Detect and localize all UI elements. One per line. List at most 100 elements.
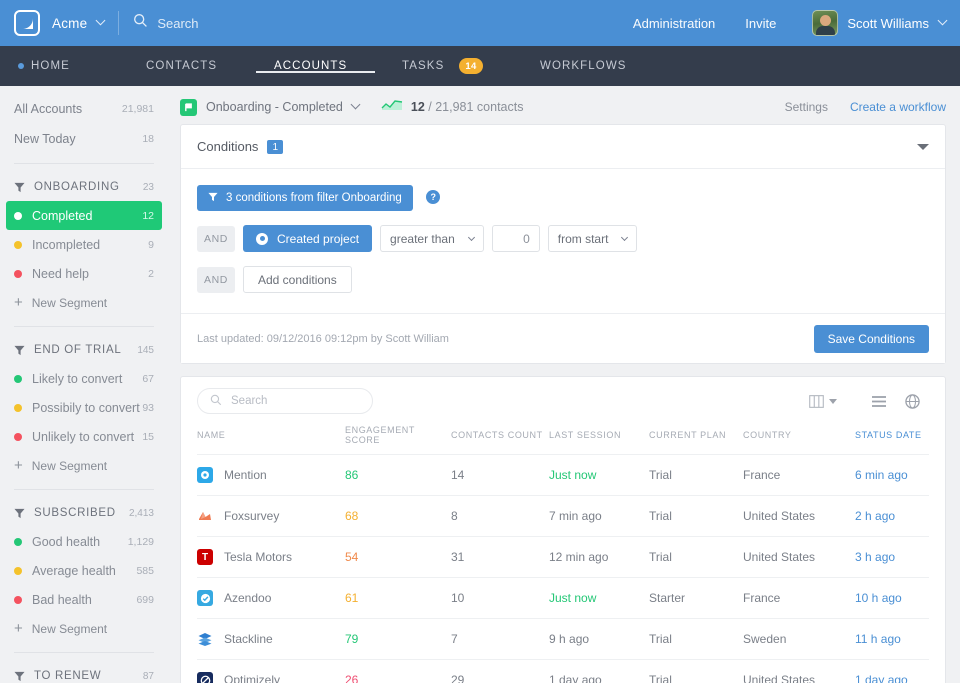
- column-header-status-date[interactable]: STATUS DATE: [855, 425, 929, 455]
- home-dot-icon: [18, 63, 24, 69]
- chevron-down-icon[interactable]: [95, 14, 106, 32]
- table-row[interactable]: Stackline 79 7 9 h ago Trial Sweden 11 h…: [197, 618, 929, 660]
- globe-icon[interactable]: [896, 393, 929, 409]
- count: 21,981: [121, 103, 154, 115]
- sidebar-group-end-of-trial[interactable]: END OF TRIAL 145: [0, 336, 168, 364]
- cell-status-date: 10 h ago: [855, 577, 929, 619]
- status-dot: [14, 537, 22, 546]
- divider: [14, 652, 154, 653]
- nav-slot-tasks: TASKS 14: [402, 46, 540, 86]
- table-row[interactable]: Optimizely 26 29 1 day ago Trial United …: [197, 659, 929, 683]
- group-count: 23: [142, 181, 154, 193]
- conditions-count-badge: 1: [267, 139, 283, 154]
- save-conditions-button[interactable]: Save Conditions: [813, 324, 929, 353]
- avatar[interactable]: [812, 10, 839, 36]
- condition-value-input[interactable]: 0: [491, 225, 540, 252]
- table-row[interactable]: Azendoo 61 10 Just now Starter France 10…: [197, 577, 929, 619]
- table-row[interactable]: T Tesla Motors 54 31 12 min ago Trial Un…: [197, 536, 929, 578]
- column-header-country[interactable]: COUNTRY: [743, 425, 855, 455]
- column-header-engagement-score[interactable]: ENGAGEMENT SCORE: [345, 425, 451, 455]
- sidebar-item-unlikely-to-convert[interactable]: Unlikely to convert 15: [6, 422, 162, 451]
- count: 12: [142, 209, 154, 222]
- sidebar-item-need-help[interactable]: Need help 2: [6, 259, 162, 288]
- label: Created project: [277, 231, 360, 246]
- tab-accounts[interactable]: ACCOUNTS: [255, 60, 376, 73]
- cell-country: France: [743, 577, 855, 619]
- table-row[interactable]: Mention 86 14 Just now Trial France 6 mi…: [197, 454, 929, 496]
- triangle-down-icon[interactable]: [917, 143, 929, 150]
- sidebar: All Accounts 21,981 New Today 18 ONBOARD…: [0, 86, 168, 683]
- group-title: TO RENEW: [34, 670, 102, 682]
- column-header-current-plan[interactable]: CURRENT PLAN: [649, 425, 743, 455]
- radio-selected-icon: [256, 232, 268, 245]
- label: Incompleted: [32, 237, 101, 252]
- column-header-name[interactable]: NAME: [197, 425, 345, 455]
- status-dot: [14, 240, 22, 249]
- column-header-last-session[interactable]: LAST SESSION: [549, 425, 649, 455]
- filter-funnel-icon: [208, 192, 218, 205]
- create-workflow-link[interactable]: Create a workflow: [850, 100, 946, 114]
- sidebar-group-onboarding[interactable]: ONBOARDING 23: [0, 173, 168, 201]
- label: greater than: [390, 231, 455, 246]
- tab-home[interactable]: HOME: [18, 60, 70, 72]
- sidebar-item-average-health[interactable]: Average health 585: [6, 556, 162, 585]
- nav-slot-contacts: CONTACTS: [146, 46, 274, 86]
- label: Need help: [32, 266, 89, 281]
- settings-link[interactable]: Settings: [785, 100, 828, 114]
- new-segment-button-end-of-trial[interactable]: + New Segment: [0, 451, 168, 480]
- user-name[interactable]: Scott Williams: [847, 16, 929, 31]
- conditions-header[interactable]: Conditions 1: [181, 125, 945, 169]
- condition-field-chip[interactable]: Created project: [243, 225, 373, 252]
- sidebar-group-subscribed[interactable]: SUBSCRIBED 2,413: [0, 499, 168, 527]
- new-segment-button-subscribed[interactable]: + New Segment: [0, 614, 168, 643]
- cell-name: Azendoo: [197, 577, 345, 619]
- sidebar-item-likely-to-convert[interactable]: Likely to convert 67: [6, 364, 162, 393]
- filter-source-chip[interactable]: 3 conditions from filter Onboarding: [197, 185, 413, 211]
- tab-tasks[interactable]: TASKS 14: [402, 58, 483, 74]
- count: 93: [142, 401, 154, 414]
- condition-timeframe-select[interactable]: from start: [547, 225, 638, 252]
- cell-contacts: 29: [451, 659, 549, 683]
- label: Bad health: [32, 592, 92, 607]
- cell-last-session: 9 h ago: [549, 618, 649, 660]
- search-icon: [210, 394, 222, 409]
- tab-workflows[interactable]: WORKFLOWS: [540, 60, 627, 72]
- brand-name[interactable]: Acme: [52, 16, 87, 31]
- cell-score: 86: [345, 454, 451, 496]
- tab-contacts[interactable]: CONTACTS: [146, 60, 217, 72]
- chevron-down-icon[interactable]: [937, 14, 948, 32]
- cell-plan: Trial: [649, 495, 743, 537]
- cell-name: Optimizely: [197, 659, 345, 683]
- cell-last-session: Just now: [549, 454, 649, 496]
- invite-link[interactable]: Invite: [745, 16, 776, 31]
- cell-status-date: 6 min ago: [855, 454, 929, 496]
- chevron-down-icon[interactable]: [350, 98, 361, 116]
- sidebar-group-to-renew[interactable]: TO RENEW 87: [0, 662, 168, 683]
- sidebar-item-all-accounts[interactable]: All Accounts 21,981: [0, 94, 168, 124]
- sidebar-item-new-today[interactable]: New Today 18: [0, 124, 168, 154]
- new-segment-button-onboarding[interactable]: + New Segment: [0, 288, 168, 317]
- help-question-icon[interactable]: ?: [426, 190, 441, 205]
- table-search-input[interactable]: Search: [197, 388, 373, 414]
- administration-link[interactable]: Administration: [633, 16, 715, 31]
- app-logo-icon[interactable]: [14, 10, 40, 36]
- table-row[interactable]: Foxsurvey 68 8 7 min ago Trial United St…: [197, 495, 929, 537]
- cell-name: Stackline: [197, 618, 345, 660]
- sidebar-item-incompleted[interactable]: Incompleted 9: [6, 230, 162, 259]
- sidebar-item-good-health[interactable]: Good health 1,129: [6, 527, 162, 556]
- list-view-icon[interactable]: [862, 395, 896, 408]
- main-nav: HOME CONTACTS ACCOUNTS TASKS 14 WORKFLOW…: [0, 46, 960, 86]
- column-header-contacts-count[interactable]: CONTACTS COUNT: [451, 425, 549, 455]
- condition-operator-select[interactable]: greater than: [380, 225, 484, 252]
- sidebar-item-completed[interactable]: Completed 12: [6, 201, 162, 230]
- cell-last-session: 1 day ago: [549, 659, 649, 683]
- sidebar-item-possibily-to-convert[interactable]: Possibily to convert 93: [6, 393, 162, 422]
- and-operator-label: AND: [197, 225, 235, 252]
- sidebar-item-bad-health[interactable]: Bad health 699: [6, 585, 162, 614]
- condition-row: AND Created project greater than 0 from …: [197, 225, 929, 252]
- cell-score: 54: [345, 536, 451, 578]
- add-conditions-button[interactable]: Add conditions: [243, 266, 352, 293]
- accounts-table: NAME ENGAGEMENT SCORE CONTACTS COUNT LAS…: [197, 425, 929, 683]
- columns-icon[interactable]: [800, 394, 846, 408]
- search-input[interactable]: Search: [133, 13, 199, 33]
